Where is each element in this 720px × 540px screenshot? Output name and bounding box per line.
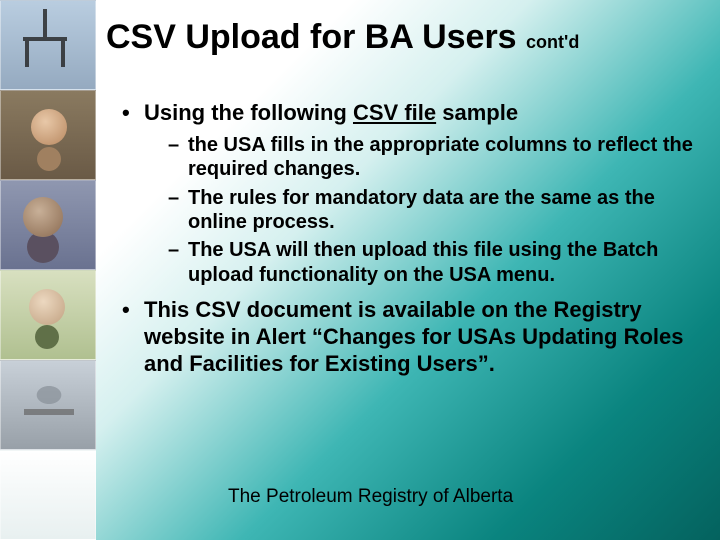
bullet-2: This CSV document is available on the Re… bbox=[120, 297, 696, 377]
sidebar-image-engineer bbox=[0, 270, 96, 360]
csv-file-link[interactable]: CSV file bbox=[353, 100, 436, 125]
sidebar-image-caller bbox=[0, 180, 96, 270]
bullet-list: Using the following CSV file sample the … bbox=[120, 100, 696, 382]
title-main: CSV Upload for BA Users bbox=[106, 18, 526, 56]
title-suffix: cont'd bbox=[526, 32, 579, 52]
slide: CSV Upload for BA Users cont'd Using the… bbox=[0, 0, 720, 540]
sidebar-image-worker bbox=[0, 90, 96, 180]
footer-text: The Petroleum Registry of Alberta bbox=[228, 486, 513, 508]
sub-list-1: the USA fills in the appropriate columns… bbox=[144, 133, 696, 287]
sidebar-photo-strip bbox=[0, 0, 96, 540]
sub-1c: The USA will then upload this file using… bbox=[168, 238, 696, 287]
sub-1b: The rules for mandatory data are the sam… bbox=[168, 186, 696, 235]
bullet-1: Using the following CSV file sample the … bbox=[120, 100, 696, 287]
content-area: CSV Upload for BA Users cont'd Using the… bbox=[96, 0, 720, 540]
slide-title: CSV Upload for BA Users cont'd bbox=[106, 18, 710, 57]
bullet-1-pre: Using the following bbox=[144, 100, 353, 125]
sidebar-image-logo-mark bbox=[0, 360, 96, 450]
bullet-1-post: sample bbox=[436, 100, 518, 125]
sub-1a: the USA fills in the appropriate columns… bbox=[168, 133, 696, 182]
sidebar-image-pumpjack bbox=[0, 0, 96, 90]
sidebar-image-blank bbox=[0, 450, 96, 540]
